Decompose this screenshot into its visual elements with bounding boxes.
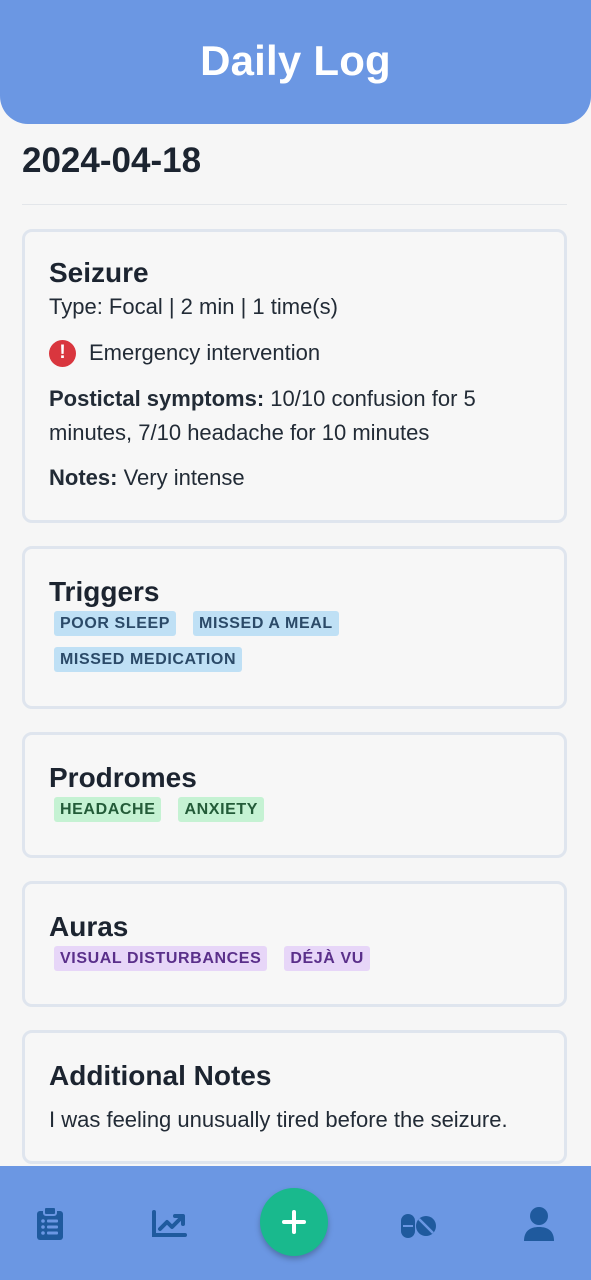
postictal-label: Postictal symptoms: — [49, 386, 265, 411]
user-icon — [524, 1207, 554, 1241]
trigger-tag: POOR SLEEP — [54, 611, 177, 636]
additional-notes-text: I was feeling unusually tired before the… — [49, 1107, 508, 1132]
seizure-summary: Type: Focal | 2 min | 1 time(s) — [49, 294, 338, 319]
nav-log[interactable] — [30, 1204, 70, 1244]
triggers-card: Triggers POOR SLEEP MISSED A MEAL MISSED… — [22, 546, 567, 709]
triggers-tags: POOR SLEEP MISSED A MEAL MISSED MEDICATI… — [49, 611, 540, 683]
notes-label: Notes: — [49, 465, 118, 490]
plus-icon — [282, 1210, 306, 1234]
emergency-label: Emergency intervention — [89, 340, 321, 365]
notes-value: Very intense — [117, 465, 245, 490]
nav-medications[interactable] — [398, 1204, 438, 1244]
alert-icon: ! — [49, 339, 76, 367]
divider — [22, 204, 567, 205]
additional-notes-title: Additional Notes — [49, 1060, 272, 1091]
seizure-title: Seizure — [49, 257, 149, 288]
log-date: 2024-04-18 — [22, 141, 202, 180]
additional-notes-card: Additional Notes I was feeling unusually… — [22, 1030, 567, 1164]
auras-title: Auras — [49, 911, 129, 942]
auras-tags: VISUAL DISTURBANCES DÉJÀ VU — [49, 946, 540, 982]
app-header: Daily Log — [0, 0, 591, 124]
page-title: Daily Log — [200, 37, 391, 84]
add-entry-button[interactable] — [260, 1188, 328, 1256]
emergency-row: ! Emergency intervention — [49, 336, 540, 370]
chart-line-icon — [152, 1210, 187, 1237]
nav-stats[interactable] — [149, 1204, 189, 1244]
auras-card: Auras VISUAL DISTURBANCES DÉJÀ VU — [22, 881, 567, 1007]
nav-profile[interactable] — [519, 1204, 559, 1244]
prodrome-tag: ANXIETY — [178, 797, 265, 822]
seizure-card: Seizure Type: Focal | 2 min | 1 time(s) … — [22, 229, 567, 523]
log-content[interactable]: 2024-04-18 Seizure Type: Focal | 2 min |… — [22, 124, 567, 1166]
prodromes-title: Prodromes — [49, 762, 197, 793]
aura-tag: VISUAL DISTURBANCES — [54, 946, 268, 971]
aura-tag: DÉJÀ VU — [284, 946, 370, 971]
postictal-symptoms: Postictal symptoms: 10/10 confusion for … — [49, 382, 540, 450]
pills-icon — [401, 1214, 436, 1238]
trigger-tag: MISSED MEDICATION — [54, 647, 243, 672]
trigger-tag: MISSED A MEAL — [193, 611, 339, 636]
seizure-notes: Notes: Very intense — [49, 461, 540, 495]
triggers-title: Triggers — [49, 576, 160, 607]
prodrome-tag: HEADACHE — [54, 797, 162, 822]
prodromes-card: Prodromes HEADACHE ANXIETY — [22, 732, 567, 858]
prodromes-tags: HEADACHE ANXIETY — [49, 797, 540, 833]
bottom-nav — [0, 1166, 591, 1280]
clipboard-list-icon — [37, 1207, 63, 1240]
